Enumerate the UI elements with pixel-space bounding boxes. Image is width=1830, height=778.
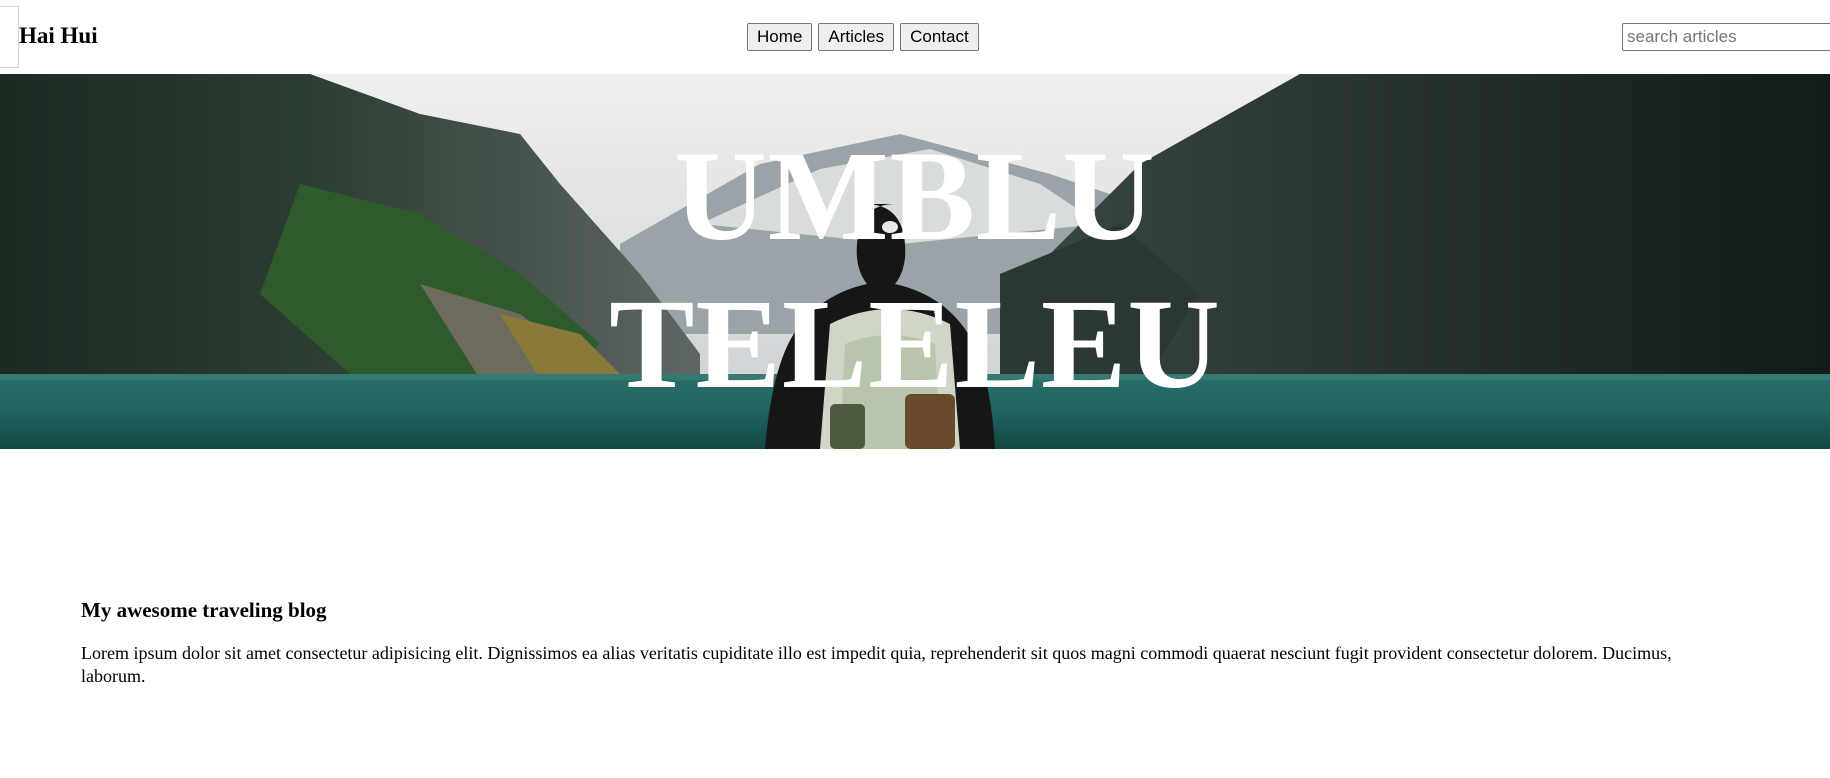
nav-articles-button[interactable]: Articles (818, 23, 895, 51)
nav-home-button[interactable]: Home (747, 23, 813, 51)
hero-title-line-2: TELELEU (609, 273, 1221, 415)
article-body: Lorem ipsum dolor sit amet consectetur a… (81, 643, 1672, 686)
article-title: My awesome traveling blog (81, 598, 327, 622)
search-input[interactable] (1622, 23, 1830, 51)
hero-title: UMBLU TELELEU (0, 122, 1830, 418)
hero-title-line-1: UMBLU (674, 125, 1156, 267)
nav-contact-button[interactable]: Contact (900, 23, 979, 51)
article-section: My awesome traveling blog Lorem ipsum do… (81, 596, 1701, 688)
top-bar: Hai Hui Home Articles Contact (0, 0, 1830, 74)
hero-banner: UMBLU TELELEU (0, 74, 1830, 449)
main-nav: Home Articles Contact (747, 23, 979, 51)
edge-frame (0, 6, 19, 68)
site-logo[interactable]: Hai Hui (19, 22, 98, 50)
